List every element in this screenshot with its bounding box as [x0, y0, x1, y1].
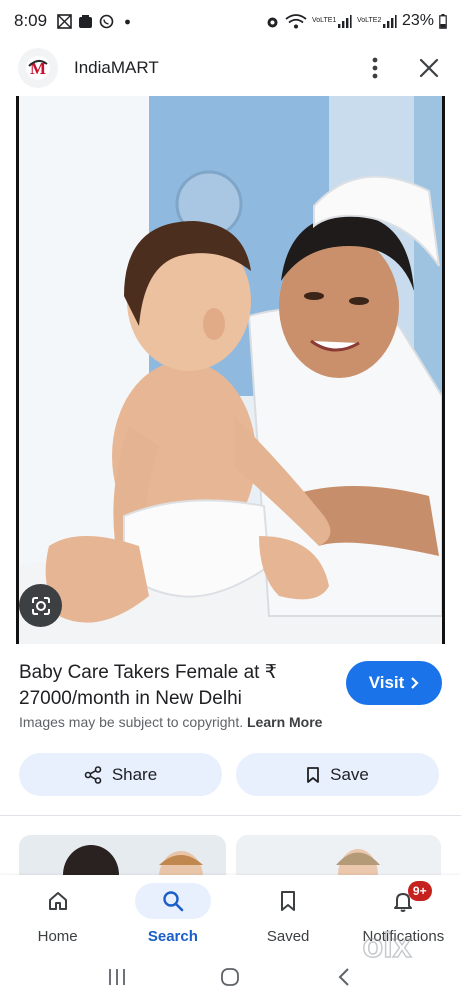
visit-button[interactable]: Visit [346, 661, 442, 705]
back-button[interactable] [330, 963, 358, 991]
battery-percent: 23% [401, 12, 434, 29]
related-image-2[interactable] [236, 835, 441, 880]
status-right: VoLTE1 VoLTE2 23% [265, 12, 447, 30]
nav-home[interactable]: Home [0, 875, 115, 953]
home-system-button[interactable] [216, 963, 244, 991]
lens-icon [31, 596, 50, 615]
close-icon [419, 58, 439, 78]
saved-icon [281, 891, 296, 911]
lens-button[interactable] [19, 584, 62, 627]
nav-home-label: Home [37, 928, 78, 945]
app-bar: M IndiaMART [0, 42, 461, 94]
whatsapp-icon [99, 14, 114, 29]
dot-icon [120, 14, 135, 29]
nav-home-icon-wrap [20, 883, 96, 919]
result-title[interactable]: Baby Care Takers Female at ₹ 27000/month… [19, 660, 319, 712]
visit-label: Visit [368, 673, 405, 692]
recents-icon [108, 968, 125, 985]
status-bar: 8:09 VoLTE1 VoLTE2 23% [0, 0, 461, 42]
more-options-button[interactable] [361, 54, 389, 82]
document-notification-icon [78, 14, 93, 29]
home-circle-icon [221, 967, 240, 986]
nav-saved[interactable]: Saved [231, 875, 346, 953]
nav-saved-icon-wrap [250, 883, 326, 919]
section-divider [0, 815, 461, 816]
save-button[interactable]: Save [236, 753, 439, 796]
indiamart-logo: M [18, 48, 58, 88]
chevron-right-icon [411, 677, 419, 689]
bookmark-icon [307, 766, 320, 783]
wifi-icon [285, 13, 307, 29]
status-left: 8:09 [14, 11, 135, 31]
signal1-icon [337, 14, 352, 29]
notification-badge: 9+ [407, 881, 432, 901]
nav-search-icon-wrap [134, 883, 211, 919]
share-button[interactable]: Share [19, 753, 222, 796]
share-icon [84, 765, 102, 784]
alarm-icon [265, 14, 280, 29]
app-title: IndiaMART [74, 58, 159, 77]
nav-search-label: Search [147, 928, 198, 945]
share-label: Share [111, 764, 158, 784]
battery-icon [439, 13, 447, 29]
nav-search[interactable]: Search [115, 875, 230, 953]
system-navigation [0, 953, 461, 1000]
recents-button[interactable] [103, 963, 131, 991]
result-info: Baby Care Takers Female at ₹ 27000/month… [19, 660, 319, 712]
more-vert-icon [372, 57, 378, 79]
back-icon [338, 967, 349, 986]
network1-label: VoLTE1 [311, 17, 337, 24]
search-icon [163, 891, 184, 912]
related-image-1[interactable] [19, 835, 226, 880]
close-button[interactable] [415, 54, 443, 82]
nav-saved-label: Saved [266, 928, 310, 945]
home-icon [48, 892, 67, 910]
network2-label: VoLTE2 [356, 17, 382, 24]
grid-notification-icon [57, 13, 72, 29]
copyright-text: Images may be subject to copyright. [19, 714, 244, 730]
app-actions [361, 54, 443, 82]
signal2-icon [382, 14, 397, 29]
result-image[interactable] [16, 96, 445, 644]
copyright-notice: Images may be subject to copyright. Lear… [19, 714, 322, 730]
learn-more-link[interactable]: Learn More [247, 714, 322, 730]
status-time: 8:09 [14, 11, 48, 30]
save-label: Save [330, 764, 369, 784]
